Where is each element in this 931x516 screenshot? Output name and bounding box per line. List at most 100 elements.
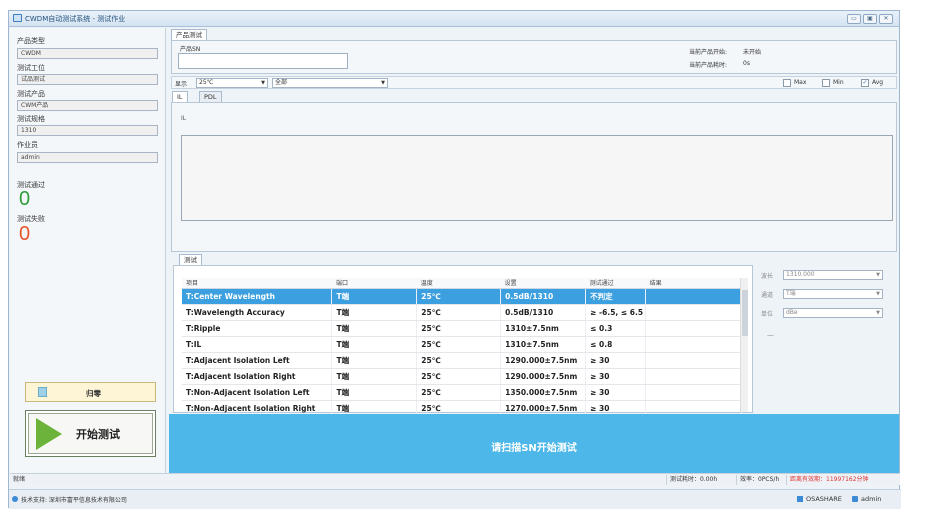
table-header-row: 项目 端口 温度 设置 测试通过 结果 xyxy=(182,278,742,289)
unit-select[interactable]: dBe ▼ xyxy=(783,308,883,318)
fail-count: 0 xyxy=(19,223,31,245)
user-text[interactable]: admin xyxy=(861,495,881,503)
avg-checkbox[interactable]: ✓ xyxy=(861,79,869,87)
table-cell xyxy=(645,304,742,321)
chevron-down-icon: ▼ xyxy=(876,310,880,316)
table-cell: T端 xyxy=(331,320,418,337)
table-cell: T端 xyxy=(331,288,418,305)
chart-area xyxy=(181,135,893,221)
table-cell: T端 xyxy=(331,304,418,321)
start-test-button[interactable]: 开始测试 xyxy=(25,410,156,457)
chevron-down-icon: ▼ xyxy=(381,80,385,86)
table-cell: 1290.000±7.5nm xyxy=(500,352,587,369)
minimize-button[interactable]: ▭ xyxy=(847,14,861,24)
sn-input[interactable] xyxy=(178,53,348,69)
channel-label: 通道 xyxy=(761,292,774,299)
test-product-field[interactable]: CWM产品 xyxy=(17,100,158,111)
product-test-group: 产品SN 当前产品开始: 未开始 当前产品耗时: 0s xyxy=(171,40,897,74)
tab-pdl[interactable]: PDL xyxy=(199,91,222,102)
grid-scrollbar-thumb[interactable] xyxy=(742,290,748,336)
chevron-down-icon: ▼ xyxy=(876,291,880,297)
port-select-value: 全部 xyxy=(275,79,288,86)
close-button[interactable]: ✕ xyxy=(879,14,893,24)
operator-field[interactable]: admin xyxy=(17,152,158,163)
port-select[interactable]: 全部 ▼ xyxy=(272,78,388,88)
status-elapsed: 测试耗时：0.00h xyxy=(666,475,720,485)
table-cell: 25℃ xyxy=(416,352,502,369)
grid-scrollbar[interactable] xyxy=(740,278,748,412)
product-type-label: 产品类型 xyxy=(17,37,45,45)
table-cell: T:Adjacent Isolation Right xyxy=(182,368,333,385)
table-cell xyxy=(645,336,742,353)
column-header[interactable]: 测试通过 xyxy=(585,278,646,289)
test-spec-field[interactable]: 1310 xyxy=(17,125,158,136)
tab-test[interactable]: 测试 xyxy=(179,254,202,265)
wave-value: 1310.000 xyxy=(786,271,815,278)
table-cell: 1310±7.5nm xyxy=(500,336,587,353)
station-label: 测试工位 xyxy=(17,64,45,72)
tab-product-test[interactable]: 产品测试 xyxy=(171,29,207,40)
station-field[interactable]: 试品测试 xyxy=(17,74,158,85)
table-cell: T端 xyxy=(331,368,418,385)
current-elapsed-value: 0s xyxy=(743,60,750,67)
table-cell: ≤ 0.8 xyxy=(585,336,647,353)
max-label: Max xyxy=(794,79,807,86)
tab-il[interactable]: IL xyxy=(172,91,188,102)
right-area: 产品测试 产品SN 当前产品开始: 未开始 当前产品耗时: 0s 显示 25℃ ▼… xyxy=(169,28,899,474)
column-header[interactable]: 设置 xyxy=(500,278,586,289)
start-test-label: 开始测试 xyxy=(76,428,120,441)
brand-text[interactable]: OSASHARE xyxy=(806,495,842,503)
column-header[interactable]: 温度 xyxy=(416,278,501,289)
temperature-select[interactable]: 25℃ ▼ xyxy=(196,78,268,88)
status-efficiency: 效率：0PCS/h xyxy=(736,475,782,485)
window-title: CWDM自动测试系统 - 测试作业 xyxy=(25,15,126,23)
channel-select[interactable]: T端 ▼ xyxy=(783,289,883,299)
table-cell xyxy=(645,368,742,385)
column-header[interactable]: 项目 xyxy=(182,278,332,289)
product-type-field[interactable]: CWDM xyxy=(17,48,158,59)
table-cell: 1350.000±7.5nm xyxy=(500,384,587,401)
current-elapsed-label: 当前产品耗时: xyxy=(689,62,728,69)
app-icon xyxy=(13,14,22,22)
table-row[interactable]: T:Center Wavelength T端 25℃ 0.5dB/1310 不判定 xyxy=(182,288,742,305)
brand-icon xyxy=(797,496,803,502)
table-row[interactable]: T:Wavelength Accuracy T端 25℃ 0.5dB/1310 ≥ -6… xyxy=(182,304,742,321)
status-valid-time: 距离有效期：11997162分钟 xyxy=(786,475,872,485)
main-window: CWDM自动测试系统 - 测试作业 ▭ ▣ ✕ 产品类型 CWDM 测试工位 试… xyxy=(8,10,901,509)
column-header[interactable]: 端口 xyxy=(331,278,417,289)
footer: 技术支持: 深圳市富平信息技术有限公司 OSASHARE admin xyxy=(9,489,901,509)
chart-panel: IL xyxy=(171,102,897,252)
side-dash: — xyxy=(767,331,774,339)
chevron-down-icon: ▼ xyxy=(876,272,880,278)
display-toolbar: 显示 25℃ ▼ 全部 ▼ Max Min ✓ Avg xyxy=(171,76,897,89)
table-row[interactable]: T:Ripple T端 25℃ 1310±7.5nm ≤ 0.3 xyxy=(182,320,742,337)
column-header[interactable]: 结果 xyxy=(645,278,742,289)
table-cell: 0.5dB/1310 xyxy=(500,304,587,321)
max-checkbox[interactable] xyxy=(783,79,791,87)
table-cell xyxy=(645,384,742,401)
table-row[interactable]: T:Adjacent Isolation Right T端 25℃ 1290.000±… xyxy=(182,368,742,385)
table-row[interactable]: T:Non-Adjacent Isolation Left T端 25℃ 1350.0… xyxy=(182,384,742,401)
table-row[interactable]: T:IL T端 25℃ 1310±7.5nm ≤ 0.8 xyxy=(182,336,742,353)
table-cell: ≥ 30 xyxy=(585,384,647,401)
table-cell: T:Center Wavelength xyxy=(182,288,333,305)
table-cell: T:IL xyxy=(182,336,333,353)
min-label: Min xyxy=(833,79,844,86)
return-zero-button[interactable]: 归零 xyxy=(25,382,156,402)
wave-label: 波长 xyxy=(761,273,774,280)
maximize-button[interactable]: ▣ xyxy=(863,14,877,24)
table-cell: T端 xyxy=(331,352,418,369)
table-cell: 不判定 xyxy=(585,288,647,305)
unit-label: 单位 xyxy=(761,311,774,318)
current-start-label: 当前产品开始: xyxy=(689,49,728,56)
wave-select[interactable]: 1310.000 ▼ xyxy=(783,270,883,280)
min-checkbox[interactable] xyxy=(822,79,830,87)
calculator-icon xyxy=(38,387,47,397)
table-cell: 1310±7.5nm xyxy=(500,320,587,337)
table-cell: T:Wavelength Accuracy xyxy=(182,304,333,321)
test-spec-label: 测试规格 xyxy=(17,115,45,123)
table-row[interactable]: T:Adjacent Isolation Left T端 25℃ 1290.000±7… xyxy=(182,352,742,369)
table-cell xyxy=(645,352,742,369)
chevron-down-icon: ▼ xyxy=(261,80,265,86)
unit-value: dBe xyxy=(786,309,798,316)
